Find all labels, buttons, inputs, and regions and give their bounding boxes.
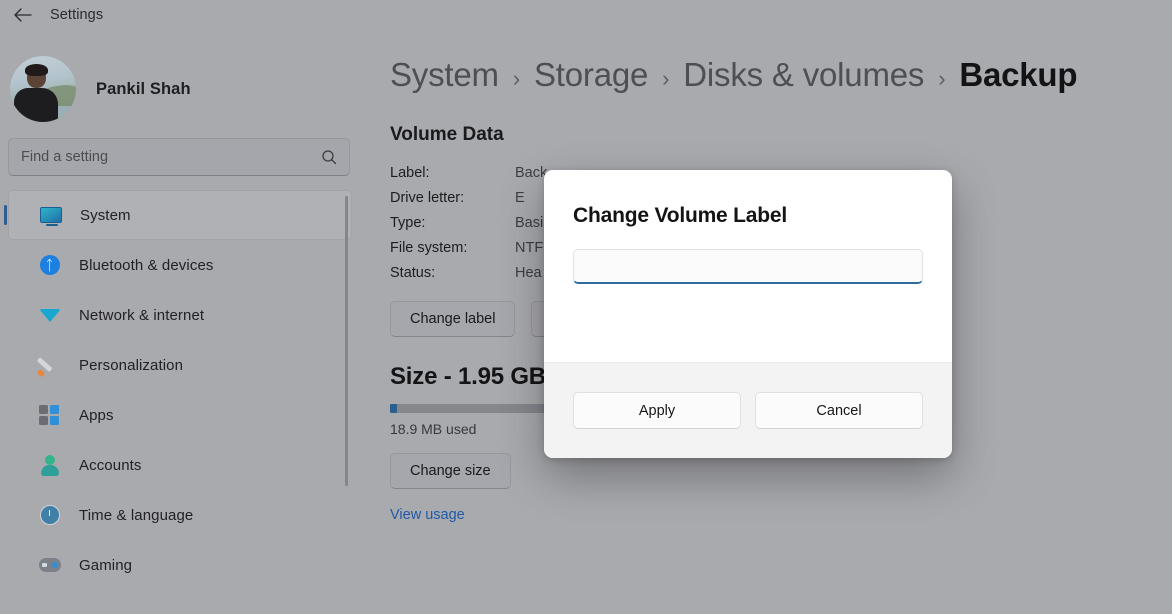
sidebar-item-label: Network & internet <box>79 306 205 324</box>
property-value: Basi <box>515 214 544 231</box>
property-key: Type: <box>390 214 426 231</box>
avatar-hair <box>25 64 48 76</box>
wifi-icon <box>38 304 61 327</box>
sidebar-item-label: Time & language <box>79 506 194 524</box>
back-arrow-icon <box>13 8 32 22</box>
storage-used-text: 18.9 MB used <box>390 421 477 437</box>
volume-label-input[interactable] <box>573 249 923 284</box>
account-person-icon <box>38 454 61 477</box>
sidebar-item-label: Bluetooth & devices <box>79 256 214 274</box>
chevron-right-icon: › <box>662 66 670 91</box>
sidebar-item-network-internet[interactable]: Network & internet <box>8 290 352 340</box>
property-value: E <box>515 189 525 206</box>
sidebar-item-label: Accounts <box>79 456 142 474</box>
apps-grid-icon <box>38 404 61 427</box>
sidebar-item-time-language[interactable]: Time & language <box>8 490 352 540</box>
sidebar-item-personalization[interactable]: Personalization <box>8 340 352 390</box>
breadcrumb-item-backup: Backup <box>959 56 1078 93</box>
search-container: Find a setting <box>8 138 352 176</box>
window-title: Settings <box>50 7 104 23</box>
back-button[interactable] <box>8 3 36 27</box>
change-label-button[interactable]: Change label <box>390 301 516 337</box>
breadcrumb-item-storage[interactable]: Storage <box>534 56 648 94</box>
breadcrumb-item-system[interactable]: System <box>390 56 499 94</box>
dialog-title: Change Volume Label <box>573 204 788 227</box>
search-icon <box>321 149 337 165</box>
property-value: NTF <box>515 239 544 256</box>
avatar-body <box>14 88 58 122</box>
chevron-right-icon: › <box>938 66 946 91</box>
property-key: Drive letter: <box>390 189 465 206</box>
property-key: File system: <box>390 239 468 256</box>
view-usage-link[interactable]: View usage <box>360 507 465 523</box>
sidebar-item-label: Apps <box>79 406 114 424</box>
search-placeholder: Find a setting <box>21 149 109 165</box>
property-value: Back <box>515 164 548 181</box>
chevron-right-icon: › <box>512 66 520 91</box>
dialog-footer: Apply Cancel <box>544 362 952 458</box>
sidebar-item-system[interactable]: System <box>4 190 352 240</box>
clock-icon <box>38 504 61 527</box>
breadcrumb: System › Storage › Disks & volumes › Bac… <box>360 30 1172 94</box>
sidebar-item-label: System <box>80 206 131 224</box>
sidebar-item-label: Gaming <box>79 556 133 574</box>
monitor-icon <box>39 204 62 227</box>
settings-window: Settings Pankil Shah Find a setting Syst… <box>0 0 1172 614</box>
property-key: Label: <box>390 164 430 181</box>
avatar <box>10 56 76 122</box>
breadcrumb-item-disks-volumes[interactable]: Disks & volumes <box>683 56 924 94</box>
bluetooth-icon: ᛏ <box>38 254 61 277</box>
sidebar-scrollbar-thumb[interactable] <box>345 196 348 486</box>
account-name: Pankil Shah <box>96 79 191 98</box>
cancel-button[interactable]: Cancel <box>755 392 923 429</box>
title-bar: Settings <box>0 0 1172 30</box>
sidebar-nav: System ᛏ Bluetooth & devices Network & i… <box>0 190 360 610</box>
search-input[interactable]: Find a setting <box>8 138 350 176</box>
sidebar-item-label: Personalization <box>79 356 184 374</box>
storage-usage-fill <box>390 404 397 413</box>
change-volume-label-dialog: Change Volume Label Apply Cancel <box>544 170 952 458</box>
sidebar-item-bluetooth-devices[interactable]: ᛏ Bluetooth & devices <box>8 240 352 290</box>
volume-data-heading: Volume Data <box>390 124 504 145</box>
account-block[interactable]: Pankil Shah <box>0 30 360 126</box>
property-key: Status: <box>390 264 436 281</box>
change-size-button[interactable]: Change size <box>390 453 511 489</box>
apply-button[interactable]: Apply <box>573 392 741 429</box>
sidebar-item-apps[interactable]: Apps <box>8 390 352 440</box>
sidebar-item-gaming[interactable]: Gaming <box>8 540 352 590</box>
gamepad-icon <box>38 554 61 577</box>
sidebar: Pankil Shah Find a setting System ᛏ Blue… <box>0 30 360 614</box>
paintbrush-icon <box>38 354 61 377</box>
sidebar-item-accounts[interactable]: Accounts <box>8 440 352 490</box>
dialog-body: Change Volume Label <box>544 170 952 362</box>
property-value: Hea <box>515 264 542 281</box>
sidebar-scrollbar-track[interactable] <box>345 190 354 610</box>
